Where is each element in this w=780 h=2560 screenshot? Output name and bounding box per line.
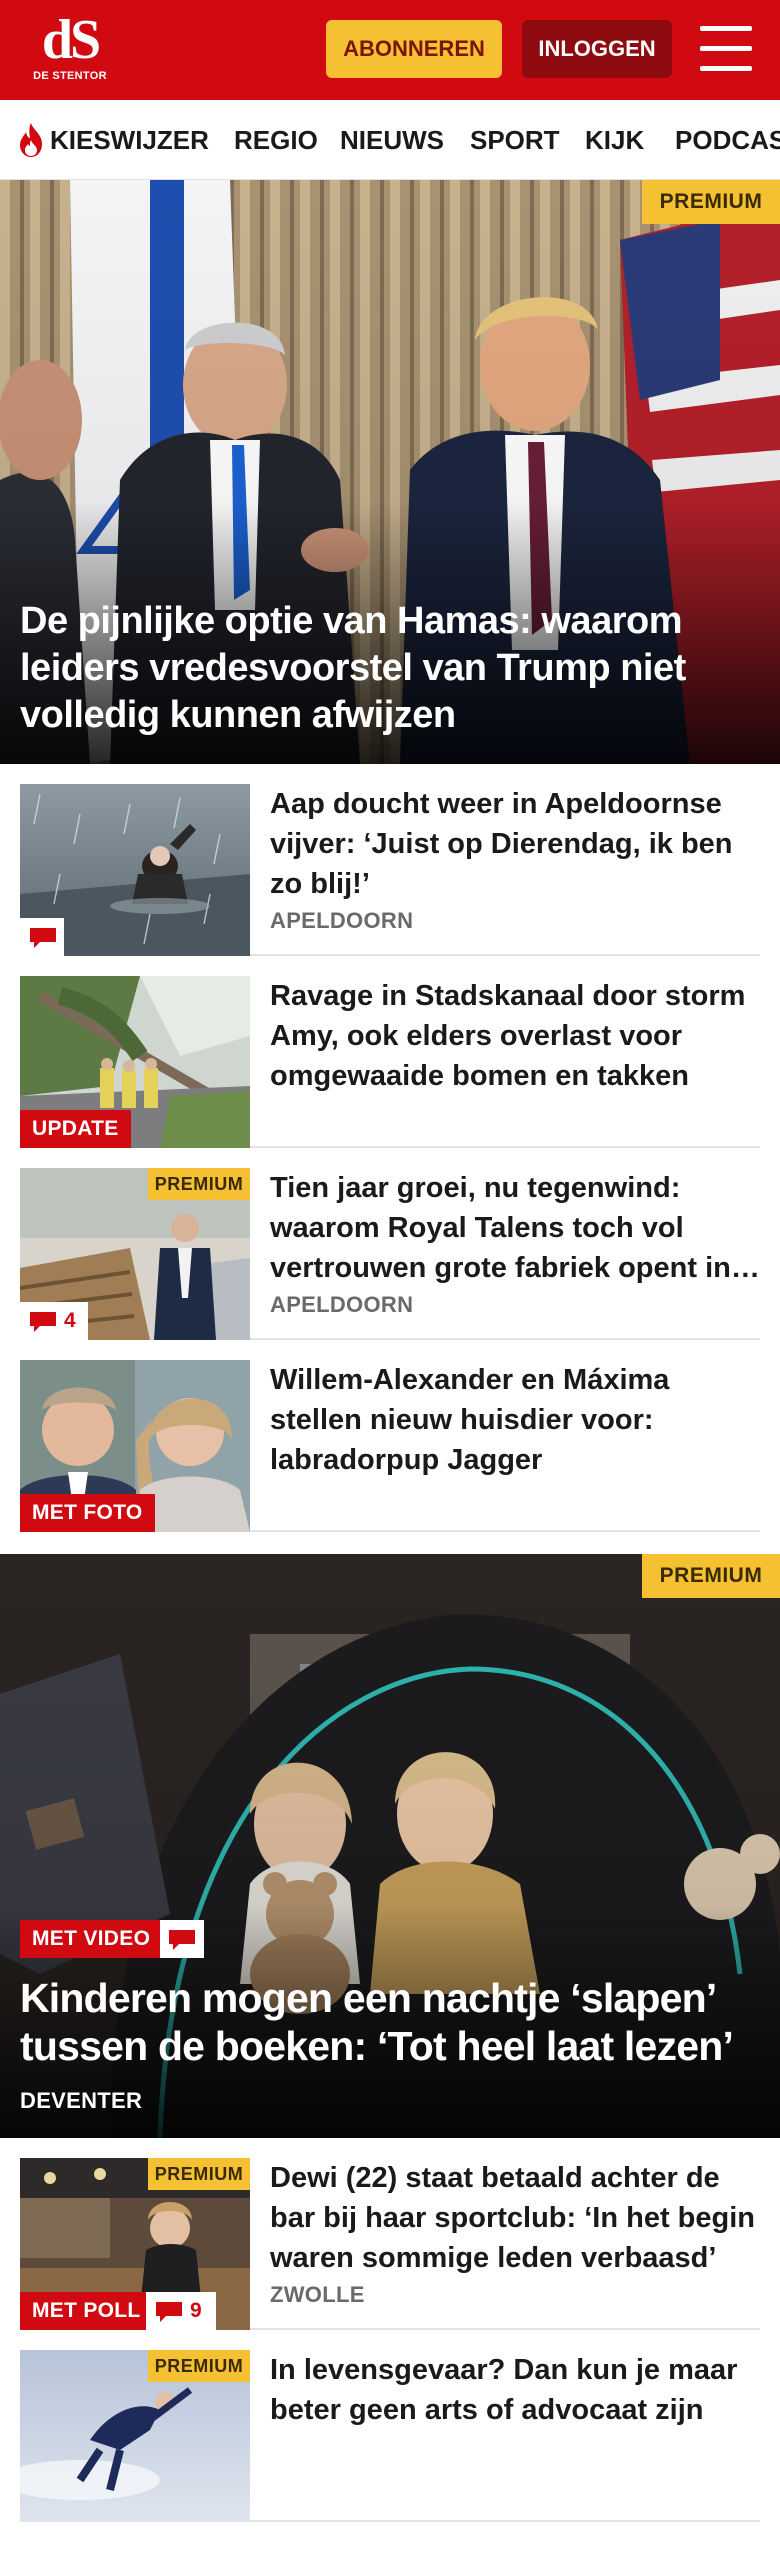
- nav-item-kijk[interactable]: KIJK: [585, 100, 644, 179]
- article-item[interactable]: PREMIUM 4 Tien jaar groei, nu tegenwind:…: [20, 1148, 760, 1340]
- article-item[interactable]: PREMIUM MET POLL 9 Dewi (22) staat betaa…: [20, 2138, 760, 2330]
- hero-title[interactable]: De pijnlijke optie van Hamas: waarom lei…: [20, 598, 765, 739]
- premium-badge: PREMIUM: [148, 1168, 250, 1200]
- article-location: APELDOORN: [270, 908, 414, 933]
- article-title[interactable]: Dewi (22) staat betaald achter de bar bi…: [270, 2158, 760, 2278]
- feature-location: DEVENTER: [20, 2088, 143, 2113]
- article-thumbnail: UPDATE: [20, 976, 250, 1148]
- article-title[interactable]: Aap doucht weer in Apeldoornse vijver: ‘…: [270, 784, 760, 904]
- comment-icon: [30, 1312, 56, 1332]
- premium-badge: PREMIUM: [642, 180, 780, 224]
- comment-badge: 9: [146, 2292, 216, 2330]
- article-thumbnail: MET FOTO: [20, 1360, 250, 1532]
- article-thumbnail: [20, 784, 250, 956]
- article-thumbnail: PREMIUM: [20, 2350, 250, 2522]
- article-item[interactable]: PREMIUM In levensgevaar? Dan kun je maar…: [20, 2330, 760, 2522]
- article-item[interactable]: UPDATE Ravage in Stadskanaal door storm …: [20, 956, 760, 1148]
- premium-badge: PREMIUM: [148, 2350, 250, 2382]
- comment-count: 9: [190, 2299, 202, 2322]
- hero-article[interactable]: PREMIUM De pijnlijke optie van Hamas: wa…: [0, 180, 780, 764]
- feature-article[interactable]: PREMIUM MET VIDEO Kinderen mogen een nac…: [0, 1554, 780, 2138]
- logo-subtitle: DE STENTOR: [33, 70, 107, 82]
- flame-icon: [20, 123, 42, 157]
- comment-icon: [169, 1930, 195, 1950]
- comment-badge: [160, 1920, 204, 1958]
- nav-item-sport[interactable]: SPORT: [470, 100, 560, 179]
- article-title[interactable]: Ravage in Stadskanaal door storm Amy, oo…: [270, 976, 760, 1096]
- met-foto-label: MET FOTO: [20, 1494, 155, 1532]
- comment-icon: [30, 928, 56, 948]
- article-title[interactable]: Willem-Alexander en Máxima stellen nieuw…: [270, 1360, 760, 1480]
- section-nav: KIESWIJZER REGIO NIEUWS SPORT KIJK PODCA…: [0, 100, 780, 180]
- article-item[interactable]: MET FOTO Willem-Alexander en Máxima stel…: [20, 1340, 760, 1532]
- article-item[interactable]: Aap doucht weer in Apeldoornse vijver: ‘…: [20, 764, 760, 956]
- feature-title[interactable]: Kinderen mogen een nachtje ‘slapen’ tuss…: [20, 1974, 770, 2070]
- update-label: UPDATE: [20, 1110, 131, 1148]
- met-video-label: MET VIDEO: [20, 1920, 163, 1958]
- met-poll-label: MET POLL: [20, 2292, 153, 2330]
- premium-badge: PREMIUM: [148, 2158, 250, 2190]
- article-location: ZWOLLE: [270, 2282, 365, 2307]
- site-header: dS DE STENTOR ABONNEREN INLOGGEN: [0, 0, 780, 100]
- article-title[interactable]: In levensgevaar? Dan kun je maar beter g…: [270, 2350, 760, 2430]
- nav-item-nieuws[interactable]: NIEUWS: [340, 100, 444, 179]
- menu-icon[interactable]: [700, 26, 752, 72]
- nav-item-podcast[interactable]: PODCAST: [675, 100, 780, 179]
- nav-item-regio[interactable]: REGIO: [234, 100, 318, 179]
- premium-badge: PREMIUM: [642, 1554, 780, 1598]
- nav-item-kieswijzer[interactable]: KIESWIJZER: [50, 100, 209, 179]
- logo-mark: dS: [41, 9, 101, 71]
- comment-icon: [156, 2302, 182, 2322]
- subscribe-button[interactable]: ABONNEREN: [326, 20, 502, 78]
- article-thumbnail: PREMIUM 4: [20, 1168, 250, 1340]
- login-button[interactable]: INLOGGEN: [522, 20, 672, 78]
- article-thumbnail: PREMIUM MET POLL 9: [20, 2158, 250, 2330]
- comment-badge: [20, 918, 64, 956]
- comment-badge: 4: [20, 1302, 88, 1340]
- comment-count: 4: [64, 1309, 76, 1332]
- site-logo[interactable]: dS DE STENTOR: [28, 9, 112, 86]
- article-location: APELDOORN: [270, 1292, 414, 1317]
- article-title[interactable]: Tien jaar groei, nu tegenwind: waarom Ro…: [270, 1168, 760, 1288]
